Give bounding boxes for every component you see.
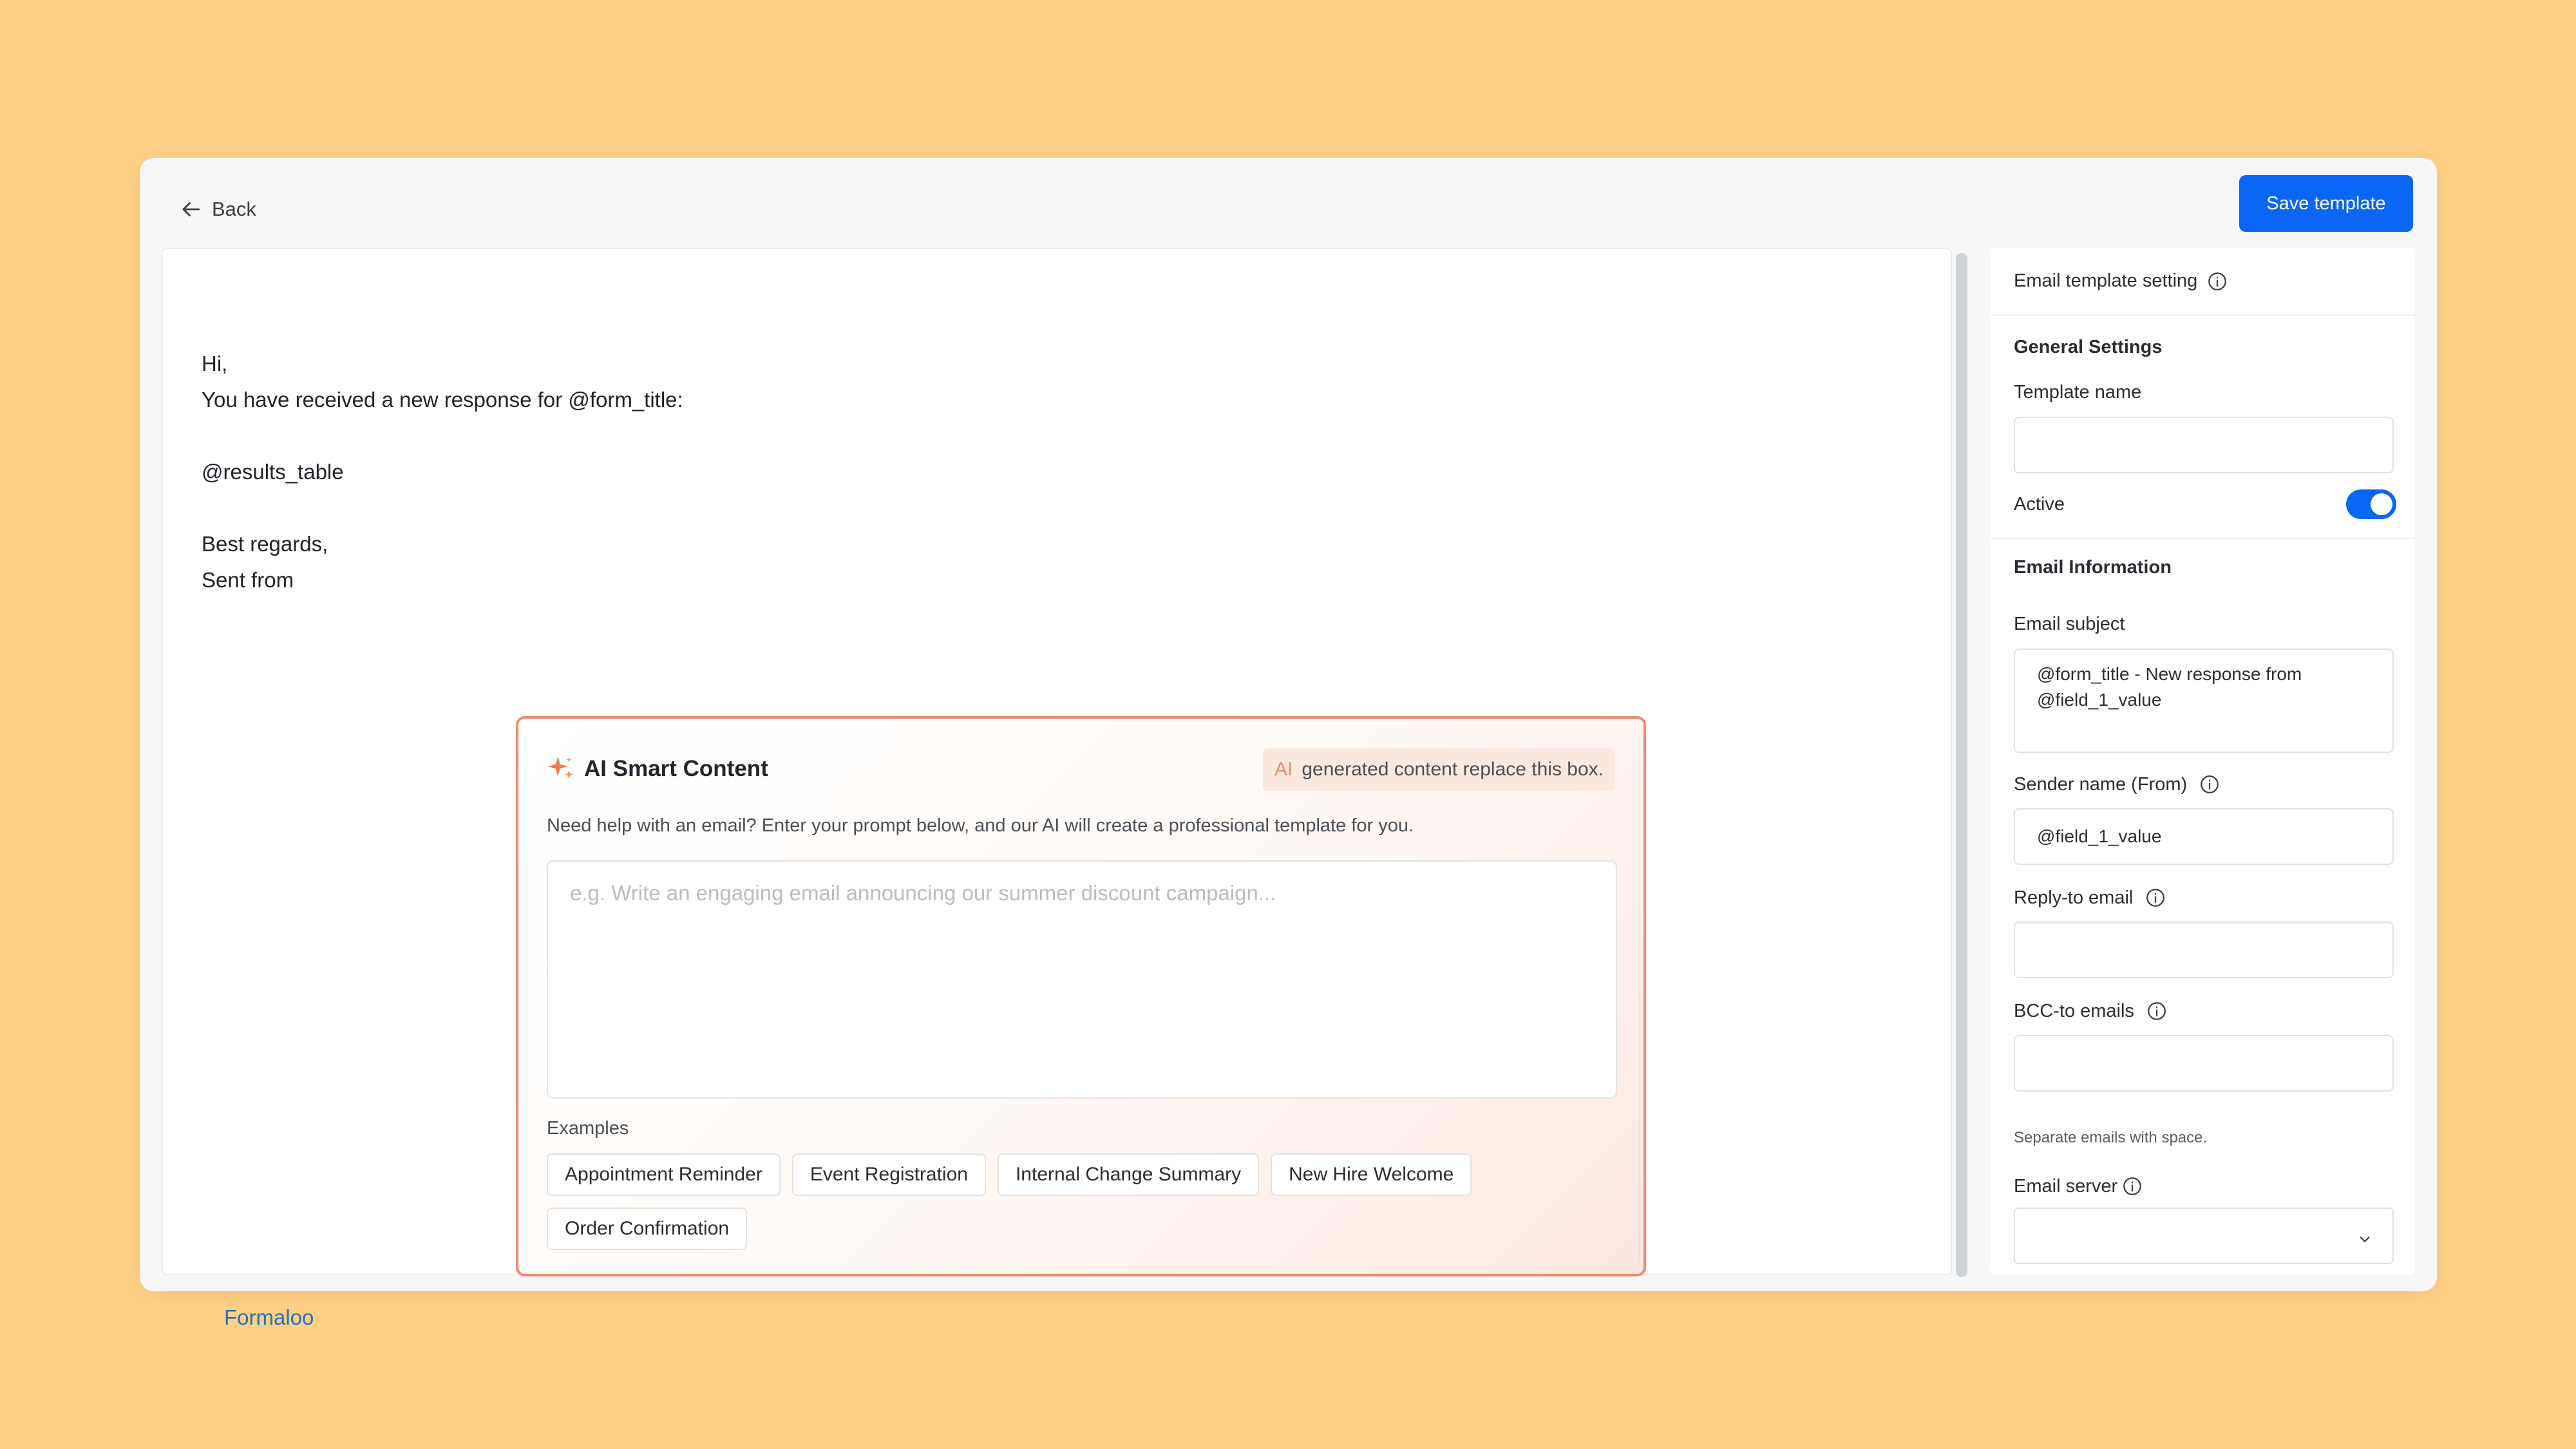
email-line: Best regards, — [202, 532, 328, 556]
email-line — [202, 418, 683, 454]
email-server-select[interactable] — [2014, 1208, 2394, 1264]
email-line — [202, 490, 683, 526]
email-editor[interactable]: Hi, You have received a new response for… — [162, 248, 1952, 1329]
reply-to-label: Reply-to email — [2014, 887, 2166, 909]
examples-list: Appointment Reminder Event Registration … — [547, 1153, 1629, 1250]
ai-title: AI Smart Content — [547, 754, 768, 784]
example-chip[interactable]: Order Confirmation — [547, 1208, 748, 1250]
sender-name-label-text: Sender name (From) — [2014, 773, 2188, 795]
general-settings-title: General Settings — [2014, 337, 2163, 357]
active-label-text: Active — [2014, 494, 2065, 515]
email-line: Sent from — [202, 568, 294, 592]
template-name-input[interactable] — [2014, 417, 2394, 473]
example-chip[interactable]: Internal Change Summary — [997, 1153, 1260, 1196]
example-chip[interactable]: Appointment Reminder — [547, 1153, 781, 1196]
sparkles-icon — [547, 756, 574, 779]
sender-name-label: Sender name (From) — [2014, 773, 2221, 795]
back-button[interactable]: Back — [178, 190, 256, 229]
example-chip[interactable]: Event Registration — [791, 1153, 986, 1196]
reply-to-label-text: Reply-to email — [2014, 887, 2134, 908]
email-line: Hi, — [202, 352, 228, 375]
email-template-window: Back Save template Hi, You have received… — [140, 158, 2437, 1329]
email-line: You have received a new response for @fo… — [202, 388, 683, 412]
chevron-down-icon — [2360, 1236, 2370, 1242]
editor-scrollbar[interactable] — [1956, 253, 1967, 1277]
info-icon[interactable] — [2145, 887, 2166, 909]
info-icon[interactable] — [2206, 270, 2228, 292]
ai-prompt-input[interactable] — [547, 860, 1617, 1099]
email-server-label: Email server — [2014, 1175, 2143, 1197]
settings-panel: Email template setting General Settings … — [1990, 248, 2415, 1275]
email-body[interactable]: Hi, You have received a new response for… — [202, 346, 683, 598]
email-subject-input[interactable]: @form_title - New response from @field_1… — [2014, 649, 2394, 753]
reply-to-input[interactable] — [2014, 922, 2394, 978]
ai-smart-content-box: AI Smart Content AI generated content re… — [516, 716, 1646, 1276]
info-icon[interactable] — [2121, 1175, 2143, 1197]
email-server-label-text: Email server — [2014, 1175, 2118, 1197]
template-name-label-text: Template name — [2014, 382, 2142, 402]
example-chip[interactable]: New Hire Welcome — [1271, 1153, 1472, 1196]
bcc-input[interactable] — [2014, 1035, 2394, 1092]
panel-title: Email template setting — [2014, 270, 2198, 291]
active-toggle[interactable] — [2346, 489, 2396, 519]
ai-badge-text: generated content replace this box. — [1302, 759, 1604, 780]
email-line: @results_table — [202, 460, 344, 484]
formaloo-link[interactable]: Formaloo — [224, 1305, 314, 1330]
sender-name-input[interactable] — [2014, 808, 2394, 865]
divider — [1990, 538, 2415, 539]
info-icon[interactable] — [2146, 1000, 2168, 1022]
ai-description: Need help with an email? Enter your prom… — [547, 815, 1414, 836]
template-name-label: Template name — [2014, 382, 2141, 403]
email-information-title: Email Information — [2014, 557, 2172, 578]
examples-label: Examples — [547, 1118, 629, 1139]
active-label: Active — [2014, 494, 2065, 515]
bcc-label: BCC-to emails — [2014, 1000, 2168, 1022]
ai-title-label: AI Smart Content — [584, 756, 768, 781]
save-template-button[interactable]: Save template — [2239, 175, 2413, 232]
ai-badge: AI generated content replace this box. — [1262, 748, 1615, 791]
email-subject-label-text: Email subject — [2014, 614, 2125, 634]
bcc-hint: Separate emails with space. — [2014, 1129, 2208, 1146]
toggle-knob — [2371, 493, 2392, 515]
panel-header: Email template setting — [1990, 248, 2415, 316]
arrow-left-icon — [182, 202, 200, 216]
ai-tag: AI — [1274, 759, 1293, 780]
email-subject-label: Email subject — [2014, 614, 2125, 635]
info-icon[interactable] — [2199, 773, 2221, 795]
bcc-label-text: BCC-to emails — [2014, 1000, 2134, 1021]
back-label: Back — [212, 198, 256, 220]
